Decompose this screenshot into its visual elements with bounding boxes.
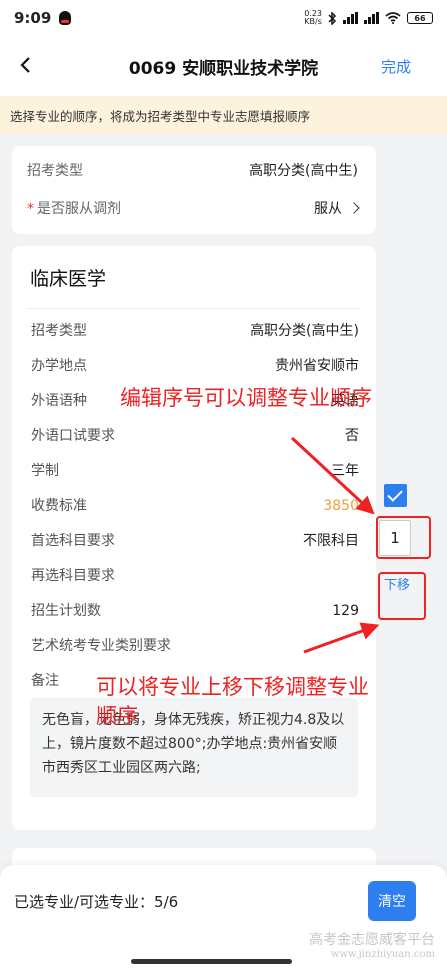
adjust-value: 服从 xyxy=(314,201,342,217)
note-text: 无色盲，无色弱，身体无残疾，矫正视力4.8及以上，镜片度数不超过800°;办学地… xyxy=(30,698,358,797)
detail-row: 首选科目要求 不限科目 xyxy=(31,533,359,549)
watermark-title: 高考金志愿威客平台 xyxy=(309,932,435,948)
detail-row: 再选科目要求 xyxy=(31,568,115,584)
home-indicator[interactable] xyxy=(131,959,292,964)
signal-icon xyxy=(343,12,358,24)
select-checkbox[interactable] xyxy=(384,484,407,507)
detail-row: 学制 三年 xyxy=(31,463,359,479)
detail-row: 艺术统考专业类别要求 xyxy=(31,638,171,654)
watermark-url: www.jinzhiyuan.com xyxy=(330,949,435,960)
done-button[interactable]: 完成 xyxy=(381,56,411,77)
major-card: 临床医学 招考类型 高职分类(高中生) 办学地点 贵州省安顺市 外语语种 英语 外语口… xyxy=(12,246,376,830)
chevron-left-icon xyxy=(20,57,30,73)
divider xyxy=(27,308,361,309)
battery-icon: 66 xyxy=(407,12,433,24)
detail-row: 外语口试要求否 xyxy=(31,428,359,444)
chevron-right-icon xyxy=(348,202,360,214)
status-time: 9:09 xyxy=(14,9,52,27)
detail-row: 办学地点 贵州省安顺市 xyxy=(31,358,359,374)
detail-row: 招考类型 高职分类(高中生) xyxy=(31,323,359,339)
highlight-move-box xyxy=(378,572,426,620)
adjust-label: 是否服从调剂 xyxy=(37,201,121,217)
exam-type-value: 高职分类(高中生) xyxy=(249,163,358,179)
exam-settings-card: 招考类型 高职分类(高中生) * 是否服从调剂 服从 xyxy=(12,146,376,234)
nav-bar: 0069 安顺职业技术学院 完成 xyxy=(0,36,447,96)
bottom-bar: 已选专业/可选专业：5/6 清空 高考金志愿威客平台 www.jinzhiyua… xyxy=(0,865,447,972)
annotation-move-line2: 顺序 xyxy=(96,704,138,728)
exam-type-row: 招考类型 高职分类(高中生) xyxy=(27,160,358,180)
back-button[interactable] xyxy=(10,50,40,80)
clear-button[interactable]: 清空 xyxy=(368,881,416,921)
bluetooth-icon xyxy=(328,11,337,25)
page-title: 0069 安顺职业技术学院 xyxy=(128,58,319,79)
annotation-edit-order: 编辑序号可以调整专业顺序 xyxy=(120,386,372,410)
detail-row: 收费标准 3850 xyxy=(31,498,359,514)
status-icons: 0.23 KB/s 66 xyxy=(304,10,433,26)
highlight-order-box xyxy=(376,516,431,559)
annotation-move-line1: 可以将专业上移下移调整专业 xyxy=(96,675,369,699)
tip-banner: 选择专业的顺序，将成为招考类型中专业志愿填报顺序 xyxy=(0,96,447,134)
status-bar: 9:09 0.23 KB/s 66 xyxy=(0,0,447,36)
detail-row: 招生计划数 129 xyxy=(31,603,359,619)
selected-count: 已选专业/可选专业：5/6 xyxy=(14,893,179,911)
qq-icon xyxy=(59,11,72,25)
wifi-icon xyxy=(385,12,401,24)
exam-type-label: 招考类型 xyxy=(27,163,83,179)
fee-value: 3850 xyxy=(323,498,359,514)
major-name: 临床医学 xyxy=(30,268,107,290)
net-speed: 0.23 KB/s xyxy=(304,9,322,26)
signal-icon-2 xyxy=(364,12,379,24)
required-star: * xyxy=(27,201,34,217)
adjust-row[interactable]: * 是否服从调剂 服从 xyxy=(27,198,360,218)
